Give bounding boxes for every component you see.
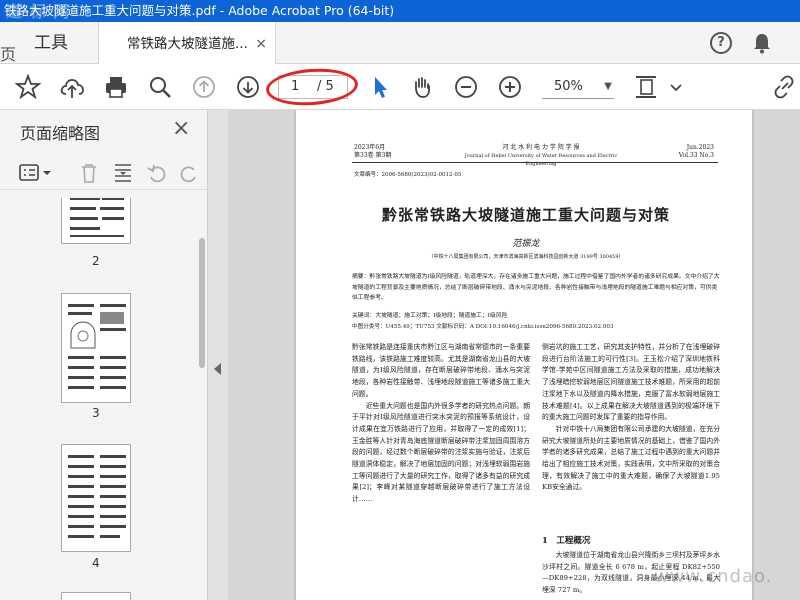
rotate-right-icon[interactable] (178, 162, 200, 184)
document-title: 黔张常铁路大坡隧道施工重大问题与对策 (381, 206, 670, 224)
classification: 中图分类号：U455.49；TU753 文献标识码：A DOI:10.16046… (352, 324, 614, 330)
thumbnail-list: 2 3 4 (0, 198, 207, 600)
chevron-down-icon: ▼ (604, 81, 612, 92)
header-center: 河 北 水 利 电 力 学 院 学 报 Journal of Hebei Uni… (464, 144, 618, 167)
site-watermark: 道 标 网 (6, 2, 71, 21)
page-thumbnail[interactable] (61, 198, 131, 244)
thumbnail-options-icon[interactable] (18, 162, 54, 184)
header-left: 2023年6月 第33卷 第3期 (354, 144, 392, 159)
header-rule (352, 162, 718, 163)
thumbnails-panel: 页面缩略图 × 2 3 4 (0, 110, 208, 600)
header-right: Jun.2023 Vol.33 No.3 (678, 144, 714, 159)
page-fit-chevron-icon[interactable] (668, 73, 684, 101)
collapse-arrow-icon[interactable] (214, 363, 221, 375)
window-title-bar: 铁路大坡隧道施工重大问题与对策.pdf - Adobe Acrobat Pro … (0, 0, 800, 22)
zoom-search-icon[interactable] (146, 73, 174, 101)
zoom-level-value: 50% (554, 79, 583, 94)
tab-tools[interactable]: 页 工具 (0, 22, 98, 64)
link-icon[interactable] (770, 73, 798, 101)
zoom-in-icon[interactable] (496, 73, 524, 101)
page-thumbnail[interactable] (61, 592, 131, 600)
page-thumbnail[interactable] (61, 293, 131, 403)
hand-tool-icon[interactable] (408, 73, 436, 101)
help-icon[interactable]: ? (710, 32, 732, 54)
rotate-left-icon[interactable] (146, 162, 168, 184)
page-fit-icon[interactable] (632, 73, 660, 101)
zoom-level-select[interactable]: 50% ▼ (542, 75, 614, 99)
thumbnail-label: 3 (92, 406, 100, 420)
abstract: 摘要：黔张常铁路大坡隧道为Ⅰ级风险隧道，轨道埋深大，存在诸多施工重大问题，施工过… (352, 274, 720, 301)
tab-bar: 页 工具 常铁路大坡隧道施... × ? (0, 22, 800, 65)
body-column-right: 侧岩坑的施工工艺，研究其支护特性，并分析了在浅埋破碎段进行台阶法施工的可行性[3… (542, 343, 720, 492)
pdf-page: 2023年6月 第33卷 第3期 河 北 水 利 电 力 学 院 学 报 Jou… (296, 110, 752, 600)
panel-collapse-handle[interactable] (208, 110, 228, 600)
notification-bell-icon[interactable] (752, 32, 772, 54)
tab-document[interactable]: 常铁路大坡隧道施... × (98, 22, 276, 65)
previous-page-icon[interactable] (190, 73, 218, 101)
upload-cloud-icon[interactable] (58, 73, 86, 101)
highlight-annotation-oval (264, 65, 360, 109)
affiliation: （中铁十八局集团有限公司，天津市滨海高新区滨海科技园创新大道 3199号 300… (428, 254, 624, 260)
delete-page-icon[interactable] (78, 162, 100, 184)
print-icon[interactable] (102, 73, 130, 101)
tab-document-label: 常铁路大坡隧道施... (127, 36, 248, 52)
keywords: 关键词：大坡隧道；施工对策；I级地段；隧道施工；I级风险 (352, 313, 508, 319)
document-viewer[interactable]: 2023年6月 第33卷 第3期 河 北 水 利 电 力 学 院 学 报 Jou… (228, 110, 800, 600)
thumbnail-label: 2 (92, 254, 100, 268)
thumbnail-toolbar (0, 154, 207, 190)
select-cursor-icon[interactable] (366, 73, 394, 101)
bookmark-star-icon[interactable] (14, 73, 42, 101)
body-column-left: 黔张常铁路是连接重庆市黔江区与湖南省常德市的一条重要铁路线，该铁路施工难度较高。… (352, 343, 530, 504)
close-tab-icon[interactable]: × (255, 22, 267, 66)
page-thumbnail[interactable] (61, 444, 131, 552)
author: 范振龙 (512, 239, 540, 249)
thumbnail-label: 4 (92, 556, 100, 570)
tab-tools-label: 工具 (34, 33, 68, 53)
main-toolbar: 1 / 5 50% ▼ (0, 64, 800, 110)
article-number: 文章编号：2096-5680(2023)02-0012-05 (354, 172, 462, 178)
panel-title: 页面缩略图 (20, 124, 101, 143)
close-panel-icon[interactable]: × (172, 116, 190, 141)
section-heading: 1 工程概况 (542, 536, 591, 546)
footer-watermark: www.cndao. (654, 566, 773, 587)
next-page-icon[interactable] (234, 73, 262, 101)
thumbnail-scrollbar[interactable] (198, 198, 206, 598)
insert-page-icon[interactable] (112, 162, 134, 184)
zoom-out-icon[interactable] (452, 73, 480, 101)
scrollbar-thumb[interactable] (199, 238, 205, 368)
